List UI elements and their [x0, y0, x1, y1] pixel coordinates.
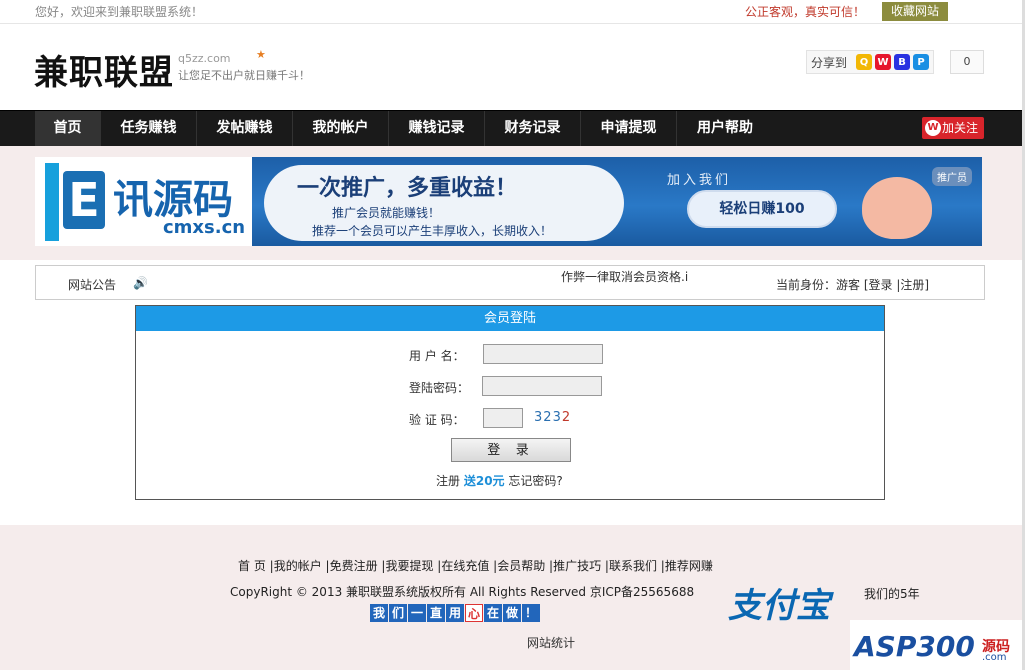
banner-logo: E 讯源码 cmxs.cn	[35, 157, 250, 246]
login-panel: 会员登陆 用 户 名： 登陆密码： 验 证 码： 3232 登 录 注册 送20…	[135, 305, 885, 500]
nav-item-home[interactable]: 首页	[35, 111, 101, 146]
badge-char: 直	[427, 604, 445, 622]
site-stats-link[interactable]: 网站统计	[527, 634, 575, 651]
pig-mascot-icon	[862, 177, 932, 239]
logo-tagline: 让您足不出户就日赚千斗！	[178, 69, 310, 82]
slogan-badges: 我 们 一 直 用 心 在 做 ！	[370, 604, 541, 622]
badge-char: 在	[484, 604, 502, 622]
banner-tag: 推广员	[932, 167, 972, 186]
footer-link-help[interactable]: |会员帮助	[493, 559, 545, 573]
promo-banner[interactable]: E 讯源码 cmxs.cn 一次推广，多重收益！ 推广会员就能赚钱！ 推荐一个会…	[35, 157, 982, 246]
footer-link-account[interactable]: |我的帐户	[270, 559, 322, 573]
main-nav: 首页 任务赚钱 发帖赚钱 我的帐户 赚钱记录 财务记录 申请提现 用户帮助 W …	[0, 110, 1022, 146]
favorite-site-button[interactable]: 收藏网站	[882, 2, 948, 21]
welcome-text: 您好，欢迎来到兼职联盟系统！	[35, 5, 204, 19]
forgot-password-link[interactable]: 忘记密码?	[508, 474, 562, 488]
nav-item-post-earn[interactable]: 发帖赚钱	[197, 111, 293, 146]
identity-info: 当前身份：游客 [登录 |注册]	[776, 278, 930, 292]
slogan-text: 公正客观，真实可信！	[745, 5, 866, 19]
banner-ad: 一次推广，多重收益！ 推广会员就能赚钱！ 推荐一个会员可以产生丰厚收入，长期收入…	[252, 157, 982, 246]
badge-char: 做	[503, 604, 521, 622]
bonus-link[interactable]: 送20元	[464, 474, 505, 488]
share-bar: 分享到 Q W B P	[806, 50, 935, 74]
captcha-char: 2	[561, 410, 572, 425]
badge-char: ！	[522, 604, 540, 622]
nav-item-withdraw[interactable]: 申请提现	[581, 111, 677, 146]
alipay-logo[interactable]: 支付宝	[728, 578, 830, 627]
weibo-icon[interactable]: W	[875, 54, 892, 70]
alipay-promo: 我们的5年	[864, 587, 920, 601]
badge-char: 用	[446, 604, 464, 622]
captcha-char: 2	[543, 410, 553, 425]
banner-join: 加入我们	[667, 173, 732, 188]
weibo-icon: W	[925, 120, 941, 136]
star-icon: ★	[256, 48, 266, 61]
footer-link-tips[interactable]: |推广技巧	[549, 559, 601, 573]
password-label: 登陆密码：	[409, 381, 470, 395]
login-links: 注册 送20元 忘记密码?	[436, 472, 563, 489]
banner-line1: 推广会员就能赚钱！	[332, 206, 441, 220]
nav-item-finance-records[interactable]: 财务记录	[485, 111, 581, 146]
nav-item-earn-records[interactable]: 赚钱记录	[389, 111, 485, 146]
notice-bar: 网站公告 🔊 作弊一律取消会员资格.i 当前身份：游客 [登录 |注册]	[35, 265, 985, 300]
banner-line2: 推荐一个会员可以产生丰厚收入，长期收入！	[312, 224, 553, 238]
follow-button[interactable]: W 加关注	[922, 117, 984, 139]
login-title: 会员登陆	[136, 306, 884, 331]
speaker-icon: 🔊	[133, 276, 148, 290]
qq-icon[interactable]: P	[913, 54, 930, 70]
identity-prefix: 当前身份：游客	[776, 278, 861, 292]
share-label: 分享到	[811, 55, 848, 70]
login-submit-button[interactable]: 登 录	[451, 438, 571, 462]
banner-headline: 一次推广，多重收益！	[297, 176, 518, 201]
password-row: 登陆密码：	[136, 376, 884, 398]
badge-char: 一	[408, 604, 426, 622]
footer-link-home[interactable]: 首 页	[238, 559, 266, 573]
footer-link-contact[interactable]: |联系我们	[605, 559, 657, 573]
footer-link-recommend[interactable]: |推荐网赚	[661, 559, 713, 573]
banner-oval: 轻松日赚100	[687, 190, 837, 228]
heart-icon: 心	[465, 604, 483, 622]
captcha-char: 3	[534, 410, 544, 425]
notice-marquee: 作弊一律取消会员资格.i	[561, 270, 689, 284]
asp300-logo: ASP300	[854, 630, 975, 663]
follow-label: 加关注	[942, 121, 979, 135]
share-count[interactable]: 0	[950, 50, 984, 74]
username-row: 用 户 名：	[136, 344, 884, 366]
nav-item-help[interactable]: 用户帮助	[677, 111, 773, 146]
captcha-label: 验 证 码：	[409, 413, 465, 427]
nav-item-task-earn[interactable]: 任务赚钱	[101, 111, 197, 146]
footer-link-recharge[interactable]: |在线充值	[437, 559, 489, 573]
password-input[interactable]	[482, 376, 602, 396]
qzone-icon[interactable]: Q	[856, 54, 873, 70]
username-label: 用 户 名：	[409, 349, 465, 363]
username-input[interactable]	[483, 344, 603, 364]
footer-link-register[interactable]: |免费注册	[326, 559, 378, 573]
site-logo[interactable]: 兼职联盟	[34, 45, 174, 94]
footer-links: 首 页 |我的帐户 |免费注册 |我要提现 |在线充值 |会员帮助 |推广技巧 …	[238, 557, 713, 574]
footer-link-withdraw[interactable]: |我要提现	[381, 559, 433, 573]
register-link[interactable]: 注册	[436, 474, 460, 488]
captcha-input[interactable]	[483, 408, 523, 428]
logo-domain: q5zz.com	[178, 52, 231, 65]
banner-logo-domain: cmxs.cn	[163, 217, 246, 238]
login-link[interactable]: 登录	[869, 278, 893, 292]
nav-item-my-account[interactable]: 我的帐户	[293, 111, 389, 146]
baidu-icon[interactable]: B	[894, 54, 911, 70]
captcha-row: 验 证 码： 3232	[136, 408, 884, 430]
badge-char: 们	[389, 604, 407, 622]
captcha-image[interactable]: 3232	[534, 410, 571, 425]
captcha-char: 3	[552, 410, 562, 425]
register-link[interactable]: 注册	[900, 278, 924, 292]
asp300-com: .com	[982, 652, 1007, 663]
badge-char: 我	[370, 604, 388, 622]
top-bar: 您好，欢迎来到兼职联盟系统！ 公正客观，真实可信！ 收藏网站	[0, 0, 1025, 24]
asp300-watermark: ASP300 源码 .com	[850, 620, 1022, 670]
copyright-text: CopyRight © 2013 兼职联盟系统版权所有 All Rights R…	[230, 585, 695, 599]
arrow-icon	[45, 163, 59, 241]
banner-logo-e: E	[63, 171, 105, 229]
notice-label: 网站公告	[68, 278, 117, 292]
